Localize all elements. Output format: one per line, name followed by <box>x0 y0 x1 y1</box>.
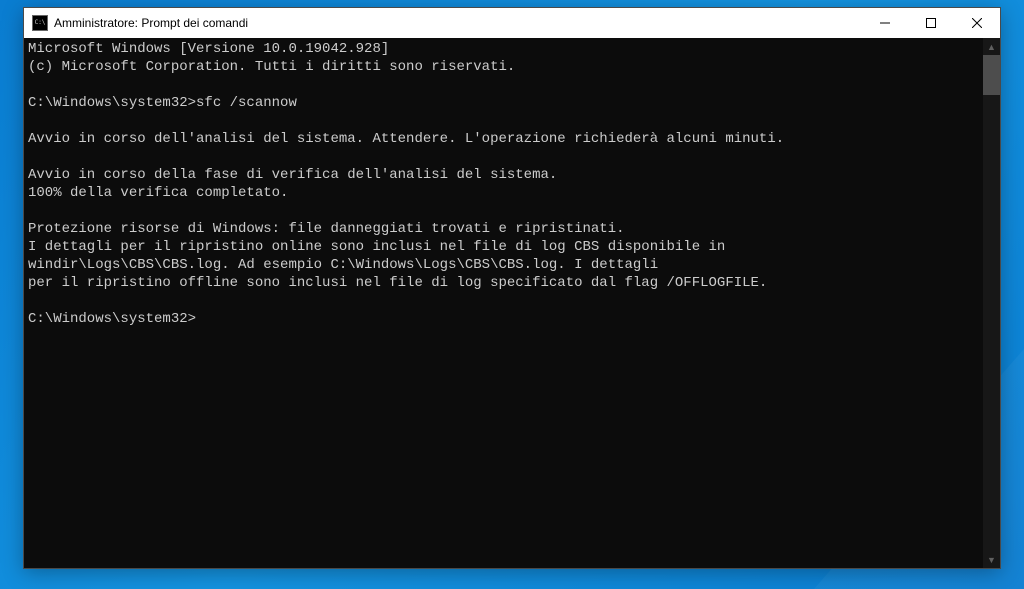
current-prompt: C:\Windows\system32> <box>28 311 196 327</box>
command-prompt-window: Amministratore: Prompt dei comandi Micro… <box>23 7 1001 569</box>
cmd-icon <box>32 15 48 31</box>
titlebar[interactable]: Amministratore: Prompt dei comandi <box>24 8 1000 38</box>
window-controls <box>862 8 1000 38</box>
terminal-area[interactable]: Microsoft Windows [Versione 10.0.19042.9… <box>24 38 1000 568</box>
minimize-button[interactable] <box>862 8 908 38</box>
maximize-button[interactable] <box>908 8 954 38</box>
close-button[interactable] <box>954 8 1000 38</box>
scroll-down-button[interactable]: ▼ <box>983 551 1000 568</box>
scroll-thumb[interactable] <box>983 55 1000 95</box>
scroll-up-button[interactable]: ▲ <box>983 38 1000 55</box>
window-title: Amministratore: Prompt dei comandi <box>54 16 862 30</box>
vertical-scrollbar[interactable]: ▲ ▼ <box>983 38 1000 568</box>
terminal-output: Microsoft Windows [Versione 10.0.19042.9… <box>24 38 1000 330</box>
